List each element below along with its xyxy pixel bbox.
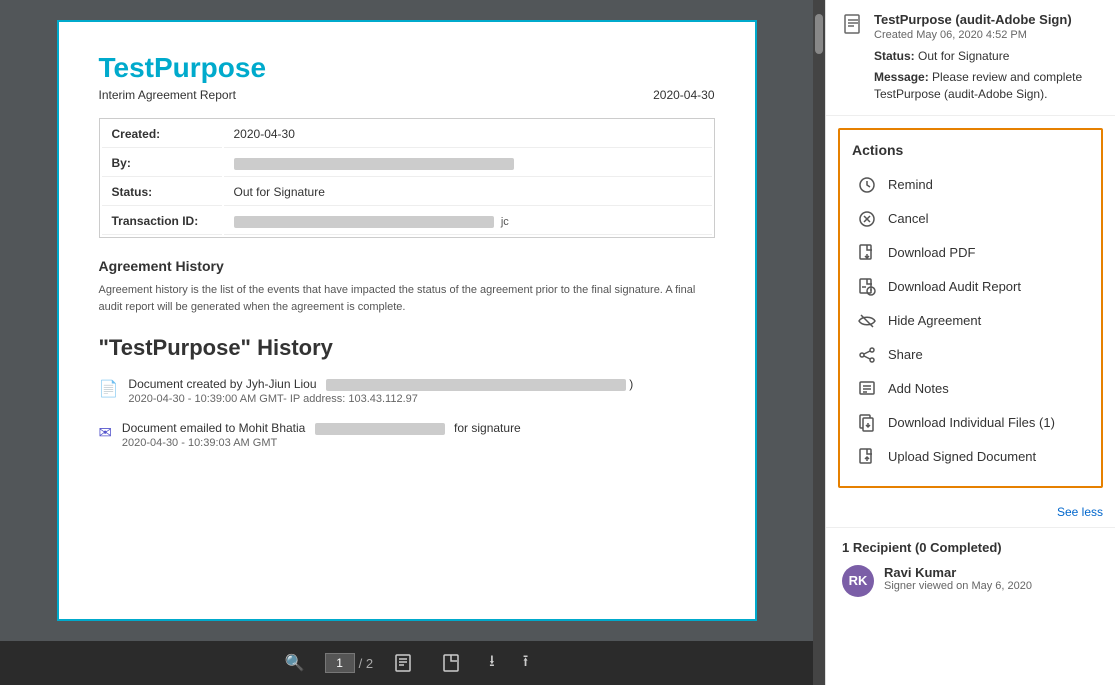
right-panel: TestPurpose (audit-Adobe Sign) Created M…	[825, 0, 1115, 685]
download-button[interactable]: ⭳	[481, 646, 503, 681]
page-separator: / 2	[359, 656, 373, 671]
status-label-right: Status:	[874, 49, 915, 63]
status-value: Out for Signature	[224, 179, 712, 206]
message-label-right: Message:	[874, 70, 929, 84]
action-remind-label: Remind	[888, 177, 933, 192]
status-label: Status:	[102, 179, 222, 206]
action-download-files-label: Download Individual Files (1)	[888, 415, 1055, 430]
action-download-audit-label: Download Audit Report	[888, 279, 1021, 294]
actions-panel: Actions Remind	[838, 128, 1103, 488]
by-redacted	[234, 158, 514, 170]
right-header-date: Created May 06, 2020 4:52 PM	[874, 29, 1099, 41]
agreement-history-title: Agreement History	[99, 258, 715, 274]
doc-viewer: TestPurpose Interim Agreement Report 202…	[0, 0, 813, 685]
right-message-row: Message: Please review and complete Test…	[874, 69, 1099, 103]
scroll-thumb	[815, 14, 823, 54]
created-label: Created:	[102, 121, 222, 148]
doc-icon-top	[842, 14, 864, 42]
right-header-title: TestPurpose (audit-Adobe Sign)	[874, 12, 1099, 27]
recipient-name-0: Ravi Kumar	[884, 565, 1032, 580]
scroll-indicator	[813, 0, 825, 685]
history-item-1-text: Document emailed to Mohit Bhatia for sig…	[122, 421, 521, 435]
see-less-container: See less	[826, 500, 1115, 527]
page-input[interactable]	[325, 653, 355, 673]
doc-subtitle: Interim Agreement Report	[99, 88, 236, 102]
history-item-1-date: 2020-04-30 - 10:39:03 AM GMT	[122, 437, 521, 449]
action-upload-signed[interactable]: Upload Signed Document	[852, 440, 1089, 474]
recipient-item-0: RK Ravi Kumar Signer viewed on May 6, 20…	[842, 565, 1099, 597]
history-item-0-text: Document created by Jyh-Jiun Liou )	[128, 377, 633, 391]
cancel-icon	[856, 208, 878, 230]
notes-icon	[856, 378, 878, 400]
action-cancel[interactable]: Cancel	[852, 202, 1089, 236]
share-icon	[856, 344, 878, 366]
action-download-pdf[interactable]: Download PDF	[852, 236, 1089, 270]
upload-signed-icon	[856, 446, 878, 468]
recipient-status-0: Signer viewed on May 6, 2020	[884, 580, 1032, 592]
action-download-pdf-label: Download PDF	[888, 245, 975, 260]
recipients-section: 1 Recipient (0 Completed) RK Ravi Kumar …	[826, 527, 1115, 609]
download-pdf-icon	[856, 242, 878, 264]
action-remind[interactable]: Remind	[852, 168, 1089, 202]
created-value: 2020-04-30	[224, 121, 712, 148]
doc-upload-icon-btn[interactable]	[385, 649, 421, 677]
hide-icon	[856, 310, 878, 332]
action-share[interactable]: Share	[852, 338, 1089, 372]
by-label: By:	[102, 150, 222, 177]
action-download-files[interactable]: Download Individual Files (1)	[852, 406, 1089, 440]
right-header-info: TestPurpose (audit-Adobe Sign) Created M…	[874, 12, 1099, 103]
transaction-value: jc	[224, 208, 712, 235]
by-value	[224, 150, 712, 177]
remind-icon	[856, 174, 878, 196]
history-title: "TestPurpose" History	[99, 335, 715, 361]
doc-date: 2020-04-30	[653, 88, 714, 102]
action-cancel-label: Cancel	[888, 211, 928, 226]
history-item-1: ✉ Document emailed to Mohit Bhatia for s…	[99, 421, 715, 449]
action-upload-signed-label: Upload Signed Document	[888, 449, 1036, 464]
doc-title: TestPurpose	[99, 52, 715, 84]
transaction-redacted	[234, 216, 494, 228]
action-notes-label: Add Notes	[888, 381, 949, 396]
history-item-0-content: Document created by Jyh-Jiun Liou ) 2020…	[128, 377, 633, 405]
search-button[interactable]: 🔍	[277, 649, 313, 677]
download-files-icon	[856, 412, 878, 434]
doc-info-table: Created: 2020-04-30 By: Status: Out for …	[99, 118, 715, 238]
doc-scroll-area[interactable]: TestPurpose Interim Agreement Report 202…	[0, 0, 813, 641]
doc-subtitle-row: Interim Agreement Report 2020-04-30	[99, 88, 715, 102]
see-less-link[interactable]: See less	[1057, 505, 1103, 519]
transaction-suffix: jc	[501, 216, 509, 228]
agreement-history-text: Agreement history is the list of the eve…	[99, 282, 715, 315]
doc-page: TestPurpose Interim Agreement Report 202…	[57, 20, 757, 621]
history-email-icon: ✉	[99, 423, 112, 443]
doc-alt-btn[interactable]	[433, 649, 469, 677]
actions-title: Actions	[852, 142, 1089, 158]
action-notes[interactable]: Add Notes	[852, 372, 1089, 406]
right-header: TestPurpose (audit-Adobe Sign) Created M…	[826, 0, 1115, 116]
upload-button[interactable]: ⭱	[515, 646, 537, 681]
recipients-title: 1 Recipient (0 Completed)	[842, 540, 1099, 555]
doc-toolbar: 🔍 / 2 ⭳ ⭱	[0, 641, 813, 685]
recipient-info-0: Ravi Kumar Signer viewed on May 6, 2020	[884, 565, 1032, 592]
page-nav: / 2	[325, 653, 373, 673]
right-status-row: Status: Out for Signature	[874, 49, 1099, 63]
action-hide[interactable]: Hide Agreement	[852, 304, 1089, 338]
transaction-label: Transaction ID:	[102, 208, 222, 235]
action-download-audit[interactable]: Download Audit Report	[852, 270, 1089, 304]
history-item-0-date: 2020-04-30 - 10:39:00 AM GMT- IP address…	[128, 393, 633, 405]
status-value-right: Out for Signature	[918, 49, 1009, 63]
history-doc-icon: 📄	[99, 379, 119, 399]
action-share-label: Share	[888, 347, 923, 362]
history-item-1-content: Document emailed to Mohit Bhatia for sig…	[122, 421, 521, 449]
history-item-0: 📄 Document created by Jyh-Jiun Liou ) 20…	[99, 377, 715, 405]
recipient-avatar-0: RK	[842, 565, 874, 597]
download-audit-icon	[856, 276, 878, 298]
action-hide-label: Hide Agreement	[888, 313, 981, 328]
